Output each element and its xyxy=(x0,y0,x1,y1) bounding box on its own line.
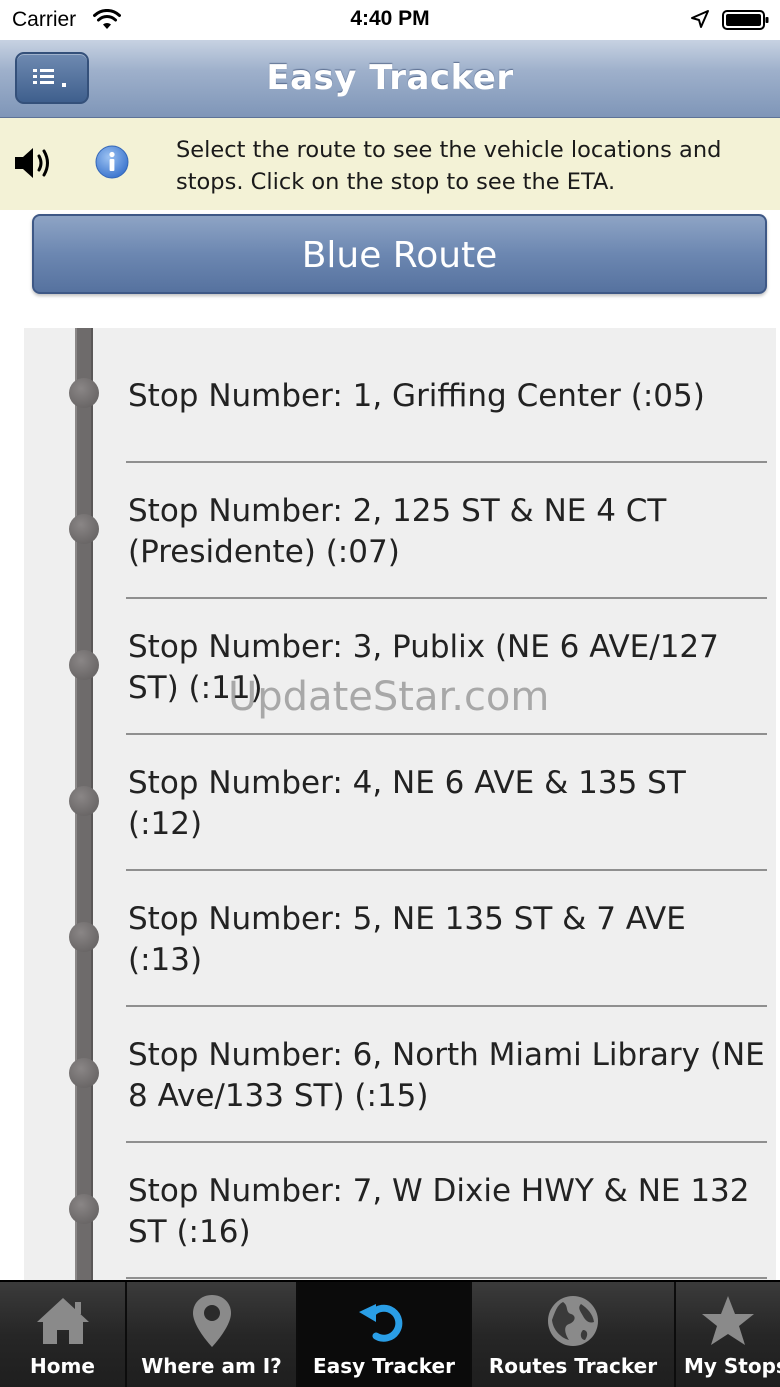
tab-label: Home xyxy=(30,1354,95,1378)
stop-item[interactable]: Stop Number: 1, Griffing Center (:05) xyxy=(24,328,776,464)
stop-list[interactable]: Stop Number: 1, Griffing Center (:05) St… xyxy=(24,328,776,1280)
tab-easy-tracker[interactable]: Easy Tracker xyxy=(298,1282,472,1387)
map-pin-icon xyxy=(192,1295,231,1347)
tab-home[interactable]: Home xyxy=(0,1282,127,1387)
tab-where-am-i[interactable]: Where am I? xyxy=(127,1282,298,1387)
stop-marker xyxy=(69,786,99,816)
globe-icon xyxy=(548,1296,598,1346)
watermark: UpdateStar.com xyxy=(228,674,550,720)
stop-item[interactable]: Stop Number: 5, NE 135 ST & 7 AVE (:13) xyxy=(24,872,776,1008)
page-title: Easy Tracker xyxy=(266,58,514,98)
stop-label: Stop Number: 1, Griffing Center (:05) xyxy=(128,378,705,414)
stop-marker xyxy=(69,378,99,408)
divider xyxy=(126,733,767,735)
info-icon[interactable] xyxy=(95,145,129,179)
tab-routes-tracker[interactable]: Routes Tracker xyxy=(472,1282,676,1387)
location-arrow-icon xyxy=(691,10,709,28)
stop-label: Stop Number: 5, NE 135 ST & 7 AVE (:13) xyxy=(128,901,686,978)
nav-bar: Easy Tracker xyxy=(0,40,780,118)
stop-marker xyxy=(69,1194,99,1224)
stop-label: Stop Number: 2, 125 ST & NE 4 CT (Presid… xyxy=(128,493,667,570)
stop-label: Stop Number: 6, North Miami Library (NE … xyxy=(128,1037,765,1114)
stop-item[interactable]: Stop Number: 7, W Dixie HWY & NE 132 ST … xyxy=(24,1144,776,1280)
route-select-button[interactable]: Blue Route xyxy=(32,214,767,294)
divider xyxy=(126,1277,767,1279)
stop-marker xyxy=(69,1058,99,1088)
refresh-icon xyxy=(359,1304,403,1342)
battery-icon xyxy=(722,10,769,30)
divider xyxy=(126,461,767,463)
tab-label: Where am I? xyxy=(141,1354,282,1378)
tab-label: Routes Tracker xyxy=(488,1354,658,1378)
route-label: Blue Route xyxy=(301,235,498,276)
stop-label: Stop Number: 4, NE 6 AVE & 135 ST (:12) xyxy=(128,765,686,842)
divider xyxy=(126,1005,767,1007)
instructions-text: Select the route to see the vehicle loca… xyxy=(176,137,722,195)
home-icon xyxy=(36,1298,89,1344)
tab-my-stops[interactable]: My Stops xyxy=(676,1282,780,1387)
clock: 4:40 PM xyxy=(350,7,430,30)
stop-item[interactable]: Stop Number: 2, 125 ST & NE 4 CT (Presid… xyxy=(24,464,776,600)
divider xyxy=(126,869,767,871)
tab-label: Easy Tracker xyxy=(313,1354,455,1378)
speaker-icon[interactable] xyxy=(12,143,56,183)
stop-label: Stop Number: 7, W Dixie HWY & NE 132 ST … xyxy=(128,1173,750,1250)
stop-item[interactable]: Stop Number: 4, NE 6 AVE & 135 ST (:12) xyxy=(24,736,776,872)
divider xyxy=(126,597,767,599)
stop-marker xyxy=(69,514,99,544)
status-bar: Carrier 4:40 PM xyxy=(0,0,780,40)
tab-bar: Home Where am I? Easy Tracker Routes Tra… xyxy=(0,1280,780,1387)
stop-marker xyxy=(69,922,99,952)
tab-label: My Stops xyxy=(684,1354,780,1378)
divider xyxy=(126,1141,767,1143)
stop-marker xyxy=(69,650,99,680)
stop-item[interactable]: Stop Number: 6, North Miami Library (NE … xyxy=(24,1008,776,1144)
star-icon xyxy=(702,1296,754,1345)
